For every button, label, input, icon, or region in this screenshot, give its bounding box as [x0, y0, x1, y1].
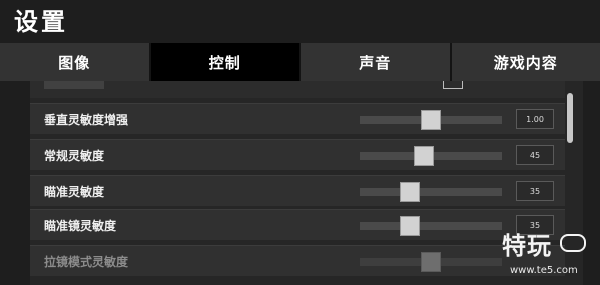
- slider-track[interactable]: [360, 110, 502, 130]
- setting-value[interactable]: 1.00: [516, 109, 554, 129]
- slider-thumb[interactable]: [421, 110, 441, 130]
- setting-row-general-sensitivity: 常规灵敏度 45: [30, 139, 565, 170]
- page-title: 设置: [14, 8, 68, 36]
- watermark: 特玩 www.te5.com: [498, 226, 598, 284]
- slider-thumb[interactable]: [413, 146, 434, 166]
- tab-audio[interactable]: 声音: [301, 43, 452, 81]
- slider-track[interactable]: [360, 216, 502, 236]
- tab-controls[interactable]: 控制: [150, 43, 301, 81]
- slider-thumb[interactable]: [421, 252, 441, 272]
- setting-label: 常规灵敏度: [44, 149, 105, 163]
- slider-track[interactable]: [360, 182, 502, 202]
- partial-setting-row: [30, 81, 565, 98]
- partial-row-label: [44, 81, 104, 89]
- slider-track[interactable]: [360, 252, 502, 272]
- watermark-url: www.te5.com: [510, 265, 578, 276]
- settings-tabs: 图像 控制 声音 游戏内容: [0, 43, 600, 81]
- setting-row-vertical-sensitivity-boost: 垂直灵敏度增强 1.00: [30, 103, 565, 134]
- watermark-logo-text: 特玩: [502, 232, 552, 260]
- setting-label: 瞄准灵敏度: [44, 185, 105, 199]
- setting-value[interactable]: 45: [516, 145, 554, 165]
- setting-row-aim-sensitivity: 瞄准灵敏度 35: [30, 175, 565, 206]
- setting-row-zoom-mode-sensitivity: 拉镜模式灵敏度: [30, 245, 565, 276]
- tab-gameplay[interactable]: 游戏内容: [451, 43, 600, 81]
- setting-label: 拉镜模式灵敏度: [44, 255, 129, 269]
- slider-thumb[interactable]: [399, 216, 420, 236]
- setting-label: 垂直灵敏度增强: [44, 113, 129, 127]
- setting-label: 瞄准镜灵敏度: [44, 219, 117, 233]
- slider-track[interactable]: [360, 146, 502, 166]
- scrollbar[interactable]: [567, 93, 573, 143]
- gamepad-icon: [560, 234, 586, 252]
- setting-value[interactable]: 35: [516, 181, 554, 201]
- setting-row-scope-sensitivity: 瞄准镜灵敏度 35: [30, 209, 565, 240]
- tab-graphics[interactable]: 图像: [0, 43, 151, 81]
- slider-thumb[interactable]: [399, 182, 420, 202]
- partial-checkbox[interactable]: [443, 81, 463, 89]
